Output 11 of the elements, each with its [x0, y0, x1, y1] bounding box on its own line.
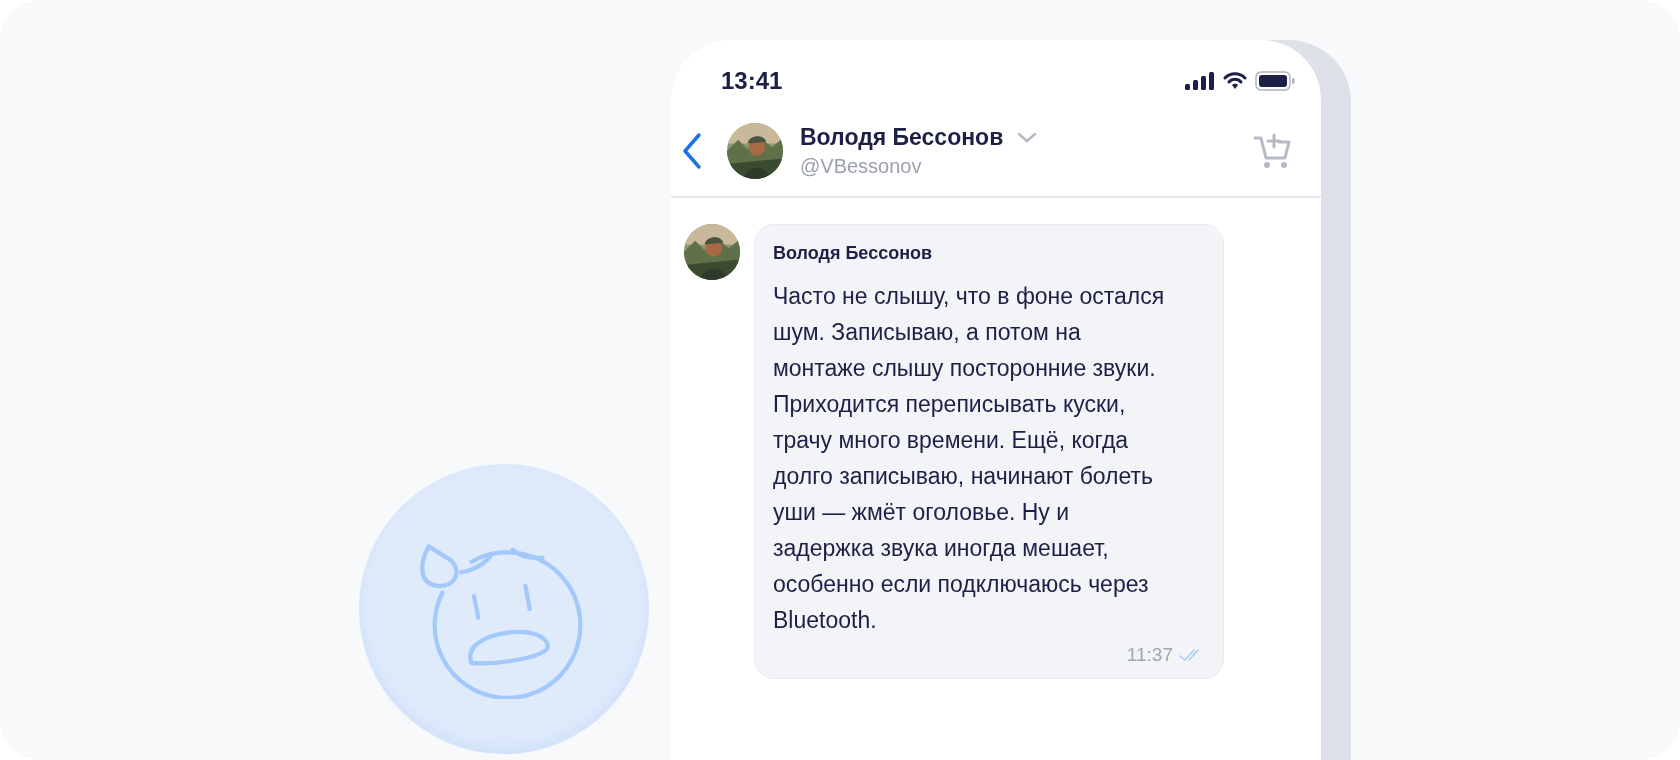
sender-name: Володя Бессонов	[773, 243, 934, 264]
status-time: 13:41	[721, 67, 783, 95]
message-time: 11:37	[1126, 644, 1173, 666]
signal-icon	[1185, 72, 1215, 90]
add-to-cart-icon[interactable]	[1253, 132, 1291, 170]
contact-name: Володя Бессонов	[800, 124, 1004, 151]
battery-icon	[1255, 71, 1295, 91]
contact-handle: @VBessonov	[800, 155, 923, 178]
message-text: Часто не слышу, что в фоне остался шум. Записываю, а потом на монтаже слышу посторонние звуки. Приходится переписывать куски, трачу много времени. Ещё, когда долго записываю, начинают болеть уши — жмёт оголовье. Ну и задержка звука иногда мешает, особенно если подключаюсь через Bluetooth.	[773, 282, 1166, 635]
chevron-down-icon[interactable]	[1017, 131, 1038, 144]
wifi-icon	[1223, 72, 1247, 90]
